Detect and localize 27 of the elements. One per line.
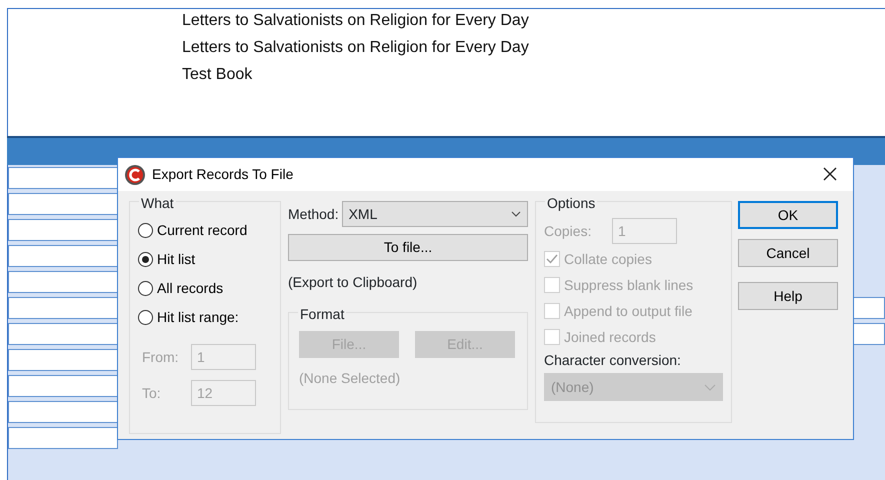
close-icon [823,167,837,182]
chevron-down-icon [704,384,716,390]
radio-option[interactable]: Hit list [138,245,196,274]
method-dropdown[interactable]: XML [342,201,528,227]
dialog-button[interactable]: Help [738,282,838,310]
field-label: From: [141,348,180,366]
dialog-button[interactable]: Cancel [738,239,838,267]
check-icon [546,254,558,264]
radio-option[interactable]: All records [138,274,224,303]
conversion-label: Character conversion: [544,351,682,370]
form-field [853,297,885,319]
radio-option[interactable]: Current record [138,216,248,245]
to-file-button[interactable]: To file... [288,234,528,261]
dialog-title: Export Records To File [152,165,294,184]
radio-option[interactable]: Hit list range: [138,303,239,332]
list-item[interactable]: Letters to Salvationists on Religion for Every Day [182,9,529,34]
form-field [853,323,885,345]
app-logo-icon [124,164,146,186]
format-selection: (None Selected) [299,369,402,388]
chevron-down-icon [511,211,521,217]
dialog-button[interactable]: OK [738,201,838,229]
field-label: To: [141,384,162,402]
method-label: Method: [288,204,339,224]
field-label: Copies: [544,222,592,241]
clipboard-note: (Export to Clipboard) [288,273,418,292]
list-item[interactable]: Test Book [182,61,529,88]
list-item[interactable]: Letters to Salvationists on Religion for Every Day [182,34,529,61]
